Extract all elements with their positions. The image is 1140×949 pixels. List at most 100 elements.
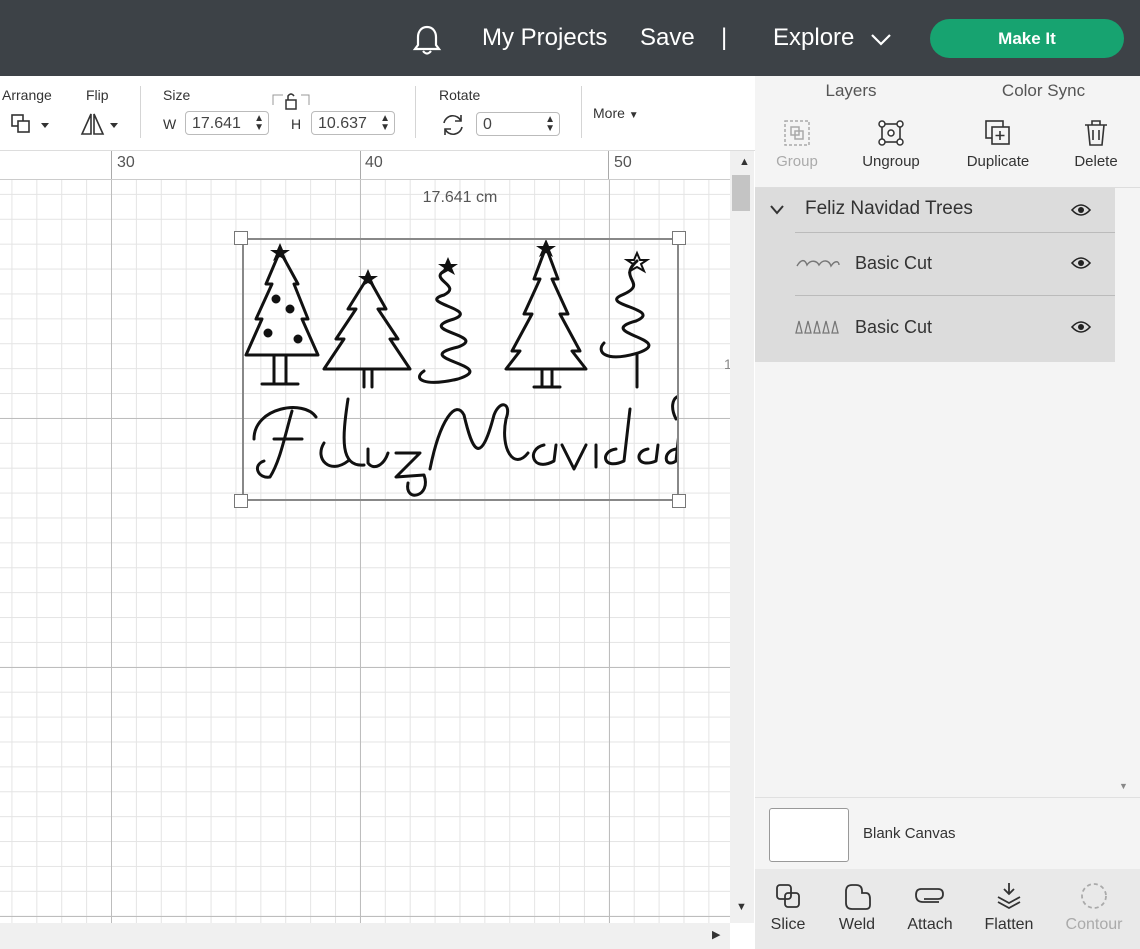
resize-handle-bottom-left[interactable]	[234, 494, 248, 508]
width-stepper[interactable]: ▲ ▼	[254, 114, 264, 133]
flip-icon	[80, 113, 118, 135]
duplicate-label: Duplicate	[966, 153, 1030, 170]
width-dimension-label: 17.641 cm	[422, 189, 498, 206]
size-label: Size	[163, 87, 191, 103]
topbar-separator: |	[721, 24, 728, 51]
vertical-scrollbar[interactable]: ▲ ▼	[730, 151, 754, 923]
delete-label: Delete	[1074, 153, 1118, 170]
height-value: 10.637	[318, 115, 367, 132]
bell-icon[interactable]	[412, 24, 442, 56]
layer-item[interactable]: Basic Cut	[755, 233, 1115, 295]
panel-scroll-down-icon[interactable]: ▼	[1119, 781, 1128, 791]
contour-icon	[1081, 883, 1107, 909]
ruler-tick	[360, 151, 361, 179]
more-label: More	[593, 105, 625, 121]
edit-toolbar: Arrange Flip Size W 17.641 ▲ ▼ H 10.637 ▲…	[0, 76, 755, 151]
layer-name: Basic Cut	[855, 253, 933, 273]
chevron-down-icon[interactable]	[769, 204, 785, 216]
more-menu[interactable]: More ▼	[593, 105, 639, 121]
width-input[interactable]: 17.641 ▲ ▼	[185, 111, 269, 135]
tab-color-sync[interactable]: Color Sync	[947, 76, 1140, 108]
attach-button[interactable]: Attach	[890, 881, 970, 934]
toolbar-divider	[581, 86, 582, 138]
rotate-icon[interactable]	[440, 113, 466, 137]
tab-layers[interactable]: Layers	[755, 76, 947, 110]
layer-name: Basic Cut	[855, 317, 933, 337]
rotate-stepper[interactable]: ▲ ▼	[545, 115, 555, 134]
eye-icon[interactable]	[1071, 203, 1091, 217]
layer-group-header[interactable]: Feliz Navidad Trees	[755, 188, 1115, 232]
arrange-icon	[11, 114, 49, 133]
bottom-tools: Slice Weld Attach Flatten Contour	[755, 869, 1140, 949]
canvas-background-row[interactable]: Blank Canvas	[755, 797, 1140, 870]
ruler-tick	[111, 151, 112, 179]
rotate-label: Rotate	[439, 87, 481, 103]
chevron-down-icon[interactable]	[870, 33, 892, 47]
canvas-swatch[interactable]	[769, 808, 849, 862]
trash-icon	[1085, 120, 1107, 146]
horizontal-scrollbar[interactable]: ▶	[0, 923, 730, 949]
top-bar: My Projects Save | Explore Make It	[0, 0, 1140, 76]
ruler-mark: 40	[365, 154, 383, 171]
flatten-button[interactable]: Flatten	[969, 881, 1049, 934]
resize-handle-bottom-right[interactable]	[672, 494, 686, 508]
arrange-button[interactable]	[10, 113, 52, 142]
group-label: Group	[776, 153, 818, 170]
flatten-label: Flatten	[984, 916, 1034, 933]
layer-item[interactable]: Basic Cut	[755, 296, 1115, 360]
layer-tools: Group Ungroup Duplicate Delete	[755, 108, 1140, 188]
rotate-value: 0	[483, 116, 492, 133]
resize-handle-top-left[interactable]	[234, 231, 248, 245]
layer-thumbnail	[795, 320, 839, 334]
width-value: 17.641	[192, 115, 241, 132]
height-label: H	[291, 116, 302, 132]
height-stepper[interactable]: ▲ ▼	[380, 114, 390, 133]
flip-button[interactable]	[80, 112, 122, 143]
slice-button[interactable]: Slice	[748, 881, 828, 934]
save-link[interactable]: Save	[640, 24, 695, 52]
scroll-right-icon[interactable]: ▶	[712, 928, 720, 941]
layer-thumbnail	[796, 259, 840, 268]
ungroup-button[interactable]: Ungroup	[841, 118, 941, 170]
resize-handle-top-right[interactable]	[672, 231, 686, 245]
layer-group-name: Feliz Navidad Trees	[805, 198, 973, 219]
height-input[interactable]: 10.637 ▲ ▼	[311, 111, 395, 135]
ruler-tick	[608, 151, 609, 179]
toolbar-divider	[415, 86, 416, 138]
scroll-down-icon[interactable]: ▼	[736, 901, 747, 913]
explore-menu[interactable]: Explore	[773, 24, 854, 52]
weld-label: Weld	[838, 916, 876, 933]
slice-icon	[776, 884, 800, 908]
group-button[interactable]: Group	[747, 118, 847, 170]
paperclip-icon	[915, 888, 944, 903]
eye-icon[interactable]	[1071, 256, 1091, 270]
flatten-icon	[997, 883, 1021, 910]
ungroup-label: Ungroup	[862, 153, 920, 170]
horizontal-ruler: 30 40 50	[0, 151, 730, 180]
delete-button[interactable]: Delete	[1046, 118, 1140, 170]
scrollbar-thumb[interactable]	[732, 175, 750, 211]
duplicate-icon	[985, 120, 1010, 145]
slice-label: Slice	[770, 916, 806, 933]
arrange-label: Arrange	[2, 87, 52, 103]
rotate-input[interactable]: 0 ▲ ▼	[476, 112, 560, 136]
lock-open-icon[interactable]	[271, 91, 311, 111]
width-label: W	[163, 116, 177, 132]
toolbar-divider	[140, 86, 141, 138]
ungroup-icon	[878, 120, 904, 146]
weld-button[interactable]: Weld	[817, 881, 897, 934]
contour-button[interactable]: Contour	[1054, 881, 1134, 934]
blank-canvas-label: Blank Canvas	[863, 825, 956, 842]
flip-label: Flip	[86, 87, 109, 103]
caret-down-icon: ▼	[628, 110, 639, 121]
my-projects-link[interactable]: My Projects	[482, 24, 607, 52]
group-icon	[784, 120, 810, 146]
ruler-mark: 30	[117, 154, 135, 171]
duplicate-button[interactable]: Duplicate	[948, 118, 1048, 170]
selection-box[interactable]	[242, 238, 679, 501]
weld-icon	[845, 884, 871, 910]
eye-icon[interactable]	[1071, 320, 1091, 334]
make-it-button[interactable]: Make It	[930, 19, 1124, 58]
attach-label: Attach	[907, 916, 953, 933]
ruler-mark: 50	[614, 154, 632, 171]
